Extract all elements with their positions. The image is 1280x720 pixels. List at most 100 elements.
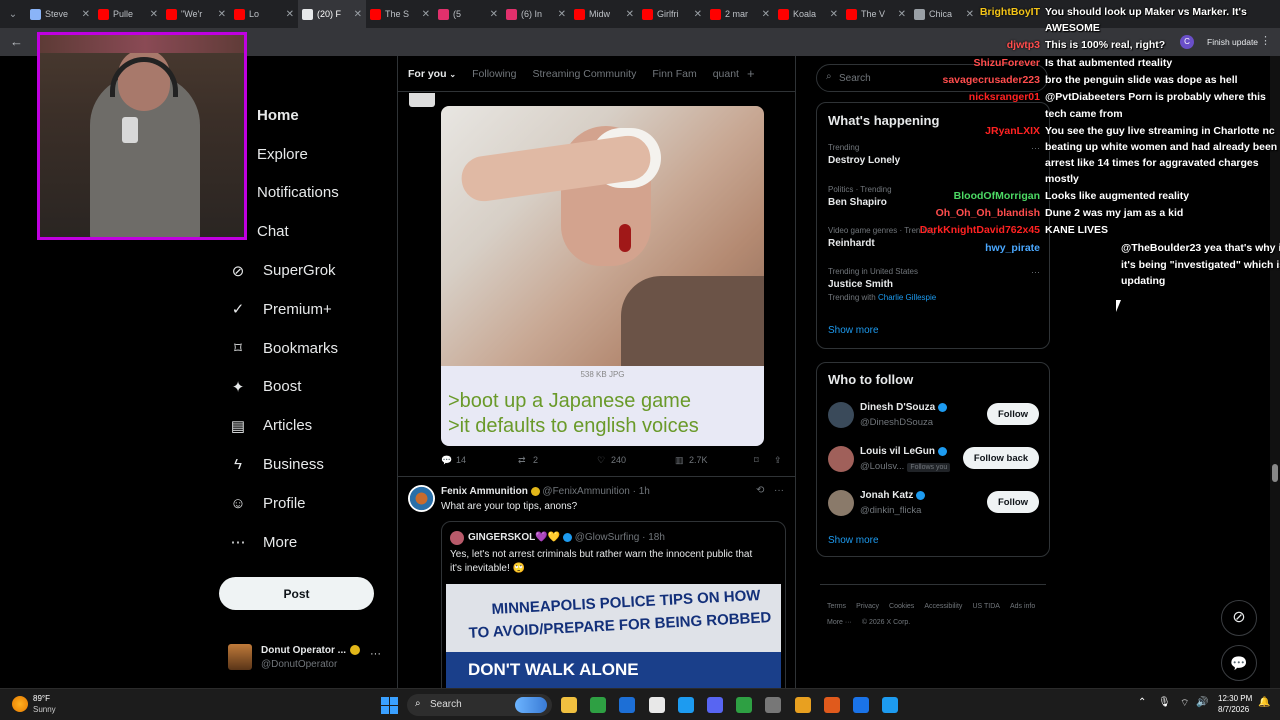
app-orange-icon[interactable] (823, 697, 840, 713)
footer-link[interactable]: Privacy (856, 599, 879, 615)
bookmark-icon[interactable]: ⌑ (754, 455, 759, 466)
footer-link[interactable]: More ··· (827, 615, 852, 631)
show-more-follow-link[interactable]: Show more (828, 535, 879, 546)
footer-link[interactable]: US TIDA (972, 599, 1000, 615)
views-icon[interactable]: ▥ (675, 455, 684, 466)
tab-close-icon[interactable]: ✕ (218, 9, 226, 20)
nav-notifications[interactable]: Notifications (218, 174, 388, 213)
nav-chat[interactable]: Chat (218, 212, 388, 251)
nav-business[interactable]: ϟ Business (218, 445, 388, 484)
tray-chevron-icon[interactable]: ⌃ (1138, 697, 1146, 708)
grok-fab-icon[interactable]: ⊘ (1221, 600, 1257, 636)
volume-icon[interactable]: 🔊 (1196, 697, 1208, 708)
quoted-post[interactable]: GINGERSKOL💜💛 @GlowSurfing · 18h Yes, let… (441, 521, 786, 692)
nav-boost[interactable]: ✦ Boost (218, 368, 388, 407)
wifi-icon[interactable]: ⌔ (1180, 697, 1189, 710)
like-icon[interactable]: ♡ (597, 455, 605, 466)
nav-more[interactable]: ⋯ More (218, 523, 388, 562)
tab-close-icon[interactable]: ✕ (82, 9, 90, 20)
browser-tab[interactable]: The S ✕ (366, 0, 434, 28)
browser-tab[interactable]: Girlfri ✕ (638, 0, 706, 28)
weather-temp[interactable]: 89°F (33, 694, 50, 703)
settings-icon[interactable] (765, 697, 782, 713)
chrome-active-icon[interactable] (794, 697, 811, 713)
follow-suggestion[interactable]: Jonah Katz @dinkin_flicka Follow (817, 487, 1049, 527)
tab-close-icon[interactable]: ✕ (422, 9, 430, 20)
post-avatar[interactable] (409, 93, 435, 107)
tab-close-icon[interactable]: ✕ (558, 9, 566, 20)
follow-suggestion[interactable]: Dinesh D'Souza @DineshDSouza Follow (817, 399, 1049, 439)
post-image[interactable] (441, 106, 764, 368)
footer-link[interactable]: Ads info (1010, 599, 1035, 615)
tab-for-you[interactable]: For you ⌄ (408, 68, 456, 80)
fenix-avatar[interactable] (408, 485, 435, 512)
footer-link[interactable]: Accessibility (924, 599, 962, 615)
follow-button[interactable]: Follow (987, 403, 1039, 425)
footer-link[interactable]: © 2026 X Corp. (862, 615, 910, 631)
taskbar-search[interactable]: ⌕ Search (407, 694, 552, 716)
footer-link[interactable]: Terms (827, 599, 846, 615)
share-icon[interactable]: ⇪ (774, 455, 782, 466)
footer-link[interactable]: Cookies (889, 599, 914, 615)
nav-home[interactable]: Home (218, 96, 388, 135)
browser-tab[interactable]: Midw ✕ (570, 0, 638, 28)
author-handle[interactable]: @FenixAmmunition (542, 486, 629, 497)
nav-articles[interactable]: ▤ Articles (218, 406, 388, 445)
nav-supergrok[interactable]: ⊘ SuperGrok (218, 251, 388, 290)
browser-tab[interactable]: Steve ✕ (26, 0, 94, 28)
reply-icon[interactable]: 💬 (441, 455, 452, 466)
follow-button[interactable]: Follow (987, 491, 1039, 513)
chrome-icon[interactable] (648, 697, 665, 713)
nav-profile[interactable]: ☺ Profile (218, 484, 388, 523)
browser-tab[interactable]: Pulle ✕ (94, 0, 162, 28)
browser-tab[interactable]: (5 ✕ (434, 0, 502, 28)
tab-finn-fam[interactable]: Finn Fam (652, 68, 696, 80)
xbox-icon[interactable] (590, 697, 607, 713)
tab-close-icon[interactable]: ✕ (830, 9, 838, 20)
browser-tab[interactable]: "We'r ✕ (162, 0, 230, 28)
clock-date[interactable]: 8/7/2026 (1218, 705, 1249, 714)
show-more-link[interactable]: Show more (828, 325, 879, 336)
browser-tab[interactable]: (20) F ✕ (298, 0, 366, 28)
scrollbar-thumb[interactable] (1272, 464, 1278, 482)
browser-tab[interactable]: Lo ✕ (230, 0, 298, 28)
app-green-icon[interactable] (736, 697, 753, 713)
tab-close-icon[interactable]: ✕ (490, 9, 498, 20)
grok-icon[interactable]: ⟲ (756, 485, 764, 496)
tab-close-icon[interactable]: ✕ (626, 9, 634, 20)
steam-2-icon[interactable] (853, 697, 869, 713)
follow-button[interactable]: Follow back (963, 447, 1039, 469)
account-more-icon[interactable]: ··· (370, 648, 381, 660)
browser-tab[interactable]: (6) In ✕ (502, 0, 570, 28)
windows-start-icon[interactable] (381, 697, 398, 714)
steam-icon[interactable] (619, 697, 636, 713)
tab-search-chevron-icon[interactable]: ⌄ (0, 9, 26, 20)
tab-following[interactable]: Following (472, 68, 516, 80)
tab-close-icon[interactable]: ✕ (354, 9, 362, 20)
tab-quant[interactable]: quant (713, 68, 739, 80)
back-arrow-icon[interactable]: ← (10, 34, 23, 49)
mic-icon[interactable]: 🎙 (1158, 697, 1171, 708)
add-tab-icon[interactable]: + (747, 66, 755, 81)
edge-icon[interactable] (677, 697, 694, 713)
tab-close-icon[interactable]: ✕ (150, 9, 158, 20)
author-name[interactable]: Fenix Ammunition (441, 486, 528, 497)
discord-icon[interactable] (707, 697, 723, 713)
clock-time[interactable]: 12:30 PM (1218, 694, 1252, 703)
app-blue-icon[interactable] (882, 697, 899, 713)
post-more-icon[interactable]: ··· (774, 485, 784, 496)
tab-close-icon[interactable]: ✕ (762, 9, 770, 20)
file-explorer-icon[interactable] (561, 697, 577, 713)
account-switcher[interactable]: Donut Operator ... @DonutOperator ··· (228, 640, 388, 680)
tab-close-icon[interactable]: ✕ (694, 9, 702, 20)
repost-icon[interactable]: ⇄ (518, 455, 526, 466)
nav-premium[interactable]: ✓ Premium+ (218, 290, 388, 329)
messages-fab-icon[interactable]: 💬 (1221, 645, 1257, 681)
tab-streaming-community[interactable]: Streaming Community (532, 68, 636, 80)
post-button[interactable]: Post (219, 577, 374, 610)
browser-tab[interactable]: 2 mar ✕ (706, 0, 774, 28)
browser-tab[interactable]: The V ✕ (842, 0, 910, 28)
tab-close-icon[interactable]: ✕ (898, 9, 906, 20)
nav-bookmarks[interactable]: ⌑ Bookmarks (218, 329, 388, 368)
tab-close-icon[interactable]: ✕ (286, 9, 294, 20)
